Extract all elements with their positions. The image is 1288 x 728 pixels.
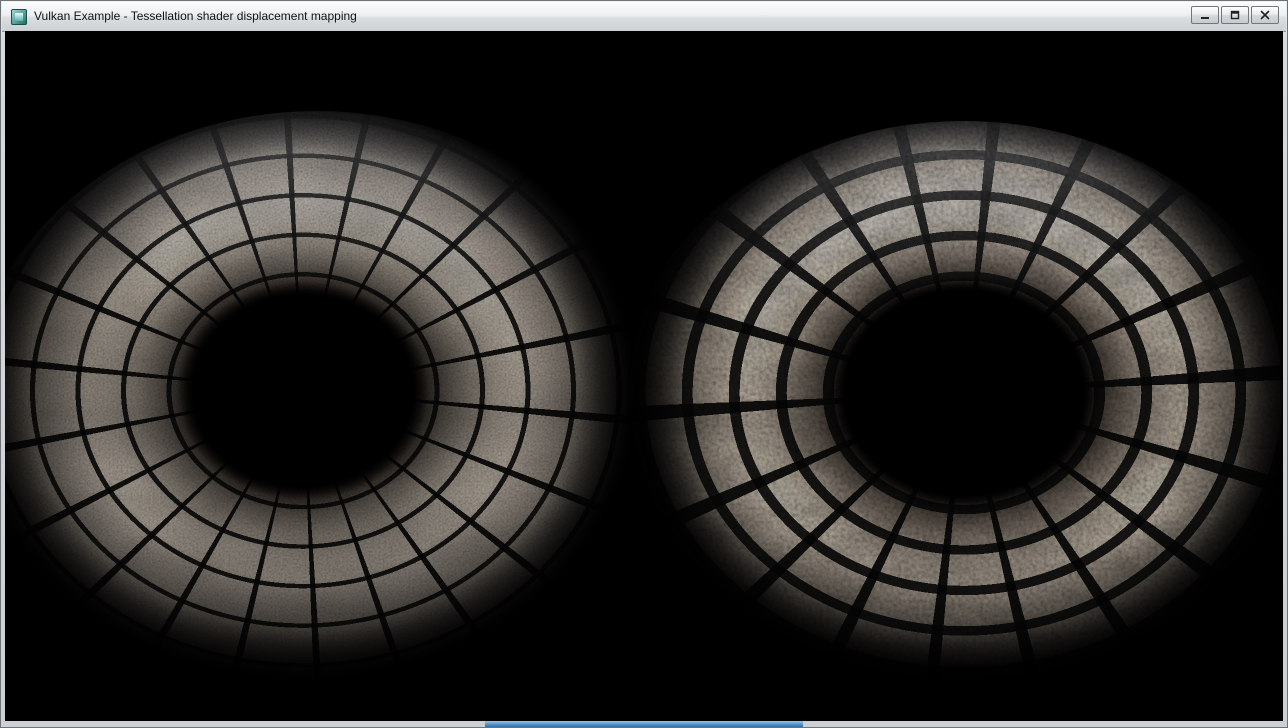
maximize-button[interactable] — [1221, 6, 1249, 24]
stone-mottle-texture — [5, 111, 667, 719]
torus-displacement-mapped — [613, 121, 1283, 721]
minimize-icon — [1200, 10, 1210, 20]
window-controls — [1191, 6, 1279, 24]
close-icon — [1260, 10, 1270, 20]
render-viewport[interactable] — [5, 31, 1283, 721]
window: Vulkan Example - Tessellation shader dis… — [0, 0, 1288, 728]
taskbar-sliver — [485, 721, 803, 727]
minimize-button[interactable] — [1191, 6, 1219, 24]
torus-no-displacement — [5, 111, 667, 719]
app-icon[interactable] — [11, 9, 27, 25]
maximize-icon — [1230, 10, 1240, 20]
window-title: Vulkan Example - Tessellation shader dis… — [34, 2, 357, 31]
close-button[interactable] — [1251, 6, 1279, 24]
title-bar[interactable]: Vulkan Example - Tessellation shader dis… — [2, 2, 1286, 32]
stone-mottle-texture — [613, 121, 1283, 721]
app-icon-glyph — [15, 13, 23, 21]
